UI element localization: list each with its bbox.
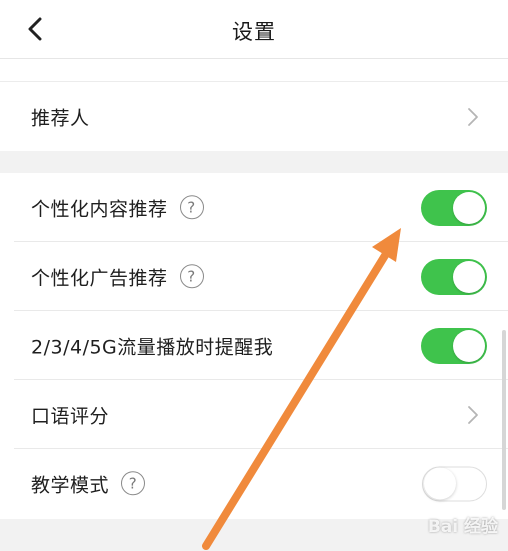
setting-row-referrer[interactable]: 推荐人 bbox=[0, 82, 508, 151]
mobile-data-reminder-toggle[interactable] bbox=[421, 327, 487, 364]
teaching-mode-toggle[interactable] bbox=[422, 466, 487, 501]
setting-label: 推荐人 bbox=[31, 107, 90, 129]
help-icon[interactable]: ? bbox=[179, 264, 204, 289]
setting-row-personalized-content: 个性化内容推荐? bbox=[0, 173, 508, 242]
toggle-knob bbox=[453, 191, 485, 224]
setting-row-personalized-ads: 个性化广告推荐? bbox=[0, 242, 508, 311]
setting-row-speaking-score[interactable]: 口语评分 bbox=[0, 380, 508, 449]
watermark: Bai 经验 bbox=[427, 517, 498, 537]
personalized-content-toggle[interactable] bbox=[421, 189, 487, 226]
toggle-knob bbox=[453, 329, 485, 362]
chevron-right-icon bbox=[468, 405, 478, 424]
setting-row-mobile-data-reminder: 2/3/4/5G流量播放时提醒我 bbox=[0, 311, 508, 380]
toggle-knob bbox=[424, 467, 456, 500]
page-title: 设置 bbox=[232, 20, 276, 44]
chevron-right-icon bbox=[468, 107, 478, 126]
setting-label: 个性化内容推荐? bbox=[31, 194, 204, 222]
section-divider bbox=[0, 151, 508, 173]
toggle-knob bbox=[453, 260, 485, 293]
personalized-ads-toggle[interactable] bbox=[421, 258, 487, 295]
help-icon[interactable]: ? bbox=[179, 195, 204, 220]
scrollbar[interactable] bbox=[502, 330, 506, 510]
navigation-bar: 设置 bbox=[0, 0, 508, 59]
setting-label: 口语评分 bbox=[31, 405, 110, 427]
help-icon[interactable]: ? bbox=[121, 471, 146, 496]
setting-label: 教学模式? bbox=[31, 470, 146, 498]
setting-label: 2/3/4/5G流量播放时提醒我 bbox=[31, 336, 274, 358]
settings-screen: 设置 推荐人 个性化内容推荐? 个性化广告推荐? 2/3/4/5G流量播放时提醒… bbox=[0, 0, 508, 551]
section-spacer bbox=[0, 59, 508, 82]
setting-label: 个性化广告推荐? bbox=[31, 263, 204, 291]
setting-row-teaching-mode: 教学模式? bbox=[0, 449, 508, 518]
